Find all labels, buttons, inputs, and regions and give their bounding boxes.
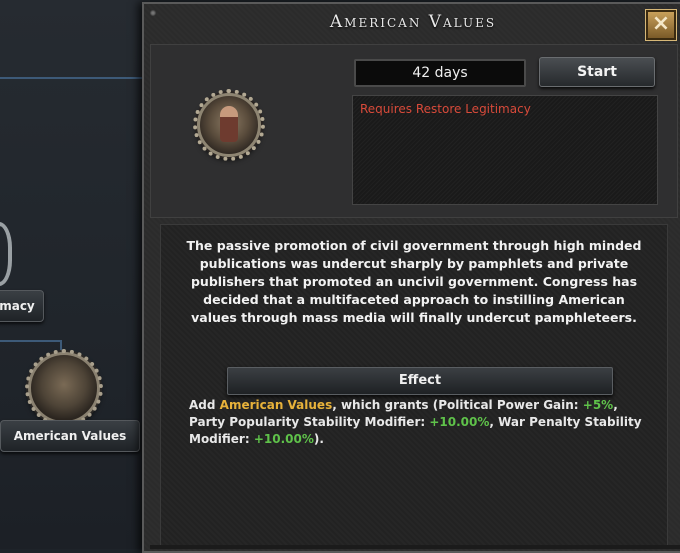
effect-suffix: ).	[313, 432, 324, 446]
requirement-text: Requires Restore Legitimacy	[360, 102, 531, 116]
requirements-box: Requires Restore Legitimacy	[352, 95, 658, 205]
focus-tree-background: macy American Values	[0, 0, 150, 549]
effect-header: Effect	[227, 367, 613, 395]
focus-description: The passive promotion of civil governmen…	[186, 238, 642, 325]
partial-focus-icon[interactable]	[0, 222, 12, 286]
tree-connector	[0, 340, 60, 342]
portrait-figure-icon	[220, 106, 238, 142]
tree-connector	[0, 77, 150, 79]
war-penalty-value: +10.00%	[253, 432, 314, 446]
duration-display: 42 days	[354, 59, 526, 87]
bottom-edge	[150, 545, 680, 549]
focus-summary-panel: 42 days Start Requires Restore Legitimac…	[150, 44, 678, 218]
focus-node-label-american-values[interactable]: American Values	[0, 420, 140, 452]
american-values-tree-icon[interactable]	[25, 349, 103, 427]
description-panel: The passive promotion of civil governmen…	[160, 224, 668, 546]
close-button[interactable]: ×	[646, 10, 676, 40]
dialog-title: American Values	[329, 12, 497, 32]
party-popularity-value: +10.00%	[429, 415, 490, 429]
focus-detail-dialog: American Values × 42 days Start Requires…	[142, 2, 680, 553]
effect-text-part: , which grants (Political Power Gain:	[332, 398, 583, 412]
idea-name-link[interactable]: American Values	[220, 398, 333, 412]
close-icon: ×	[651, 11, 671, 36]
start-button[interactable]: Start	[539, 57, 655, 87]
focus-node-label-restore-legitimacy[interactable]: macy	[0, 290, 44, 322]
laurel-border-icon	[25, 349, 103, 427]
political-power-value: +5%	[582, 398, 614, 412]
american-values-focus-icon	[193, 89, 265, 161]
effect-description: Add American Values, which grants (Polit…	[189, 397, 653, 448]
effect-prefix: Add	[189, 398, 220, 412]
